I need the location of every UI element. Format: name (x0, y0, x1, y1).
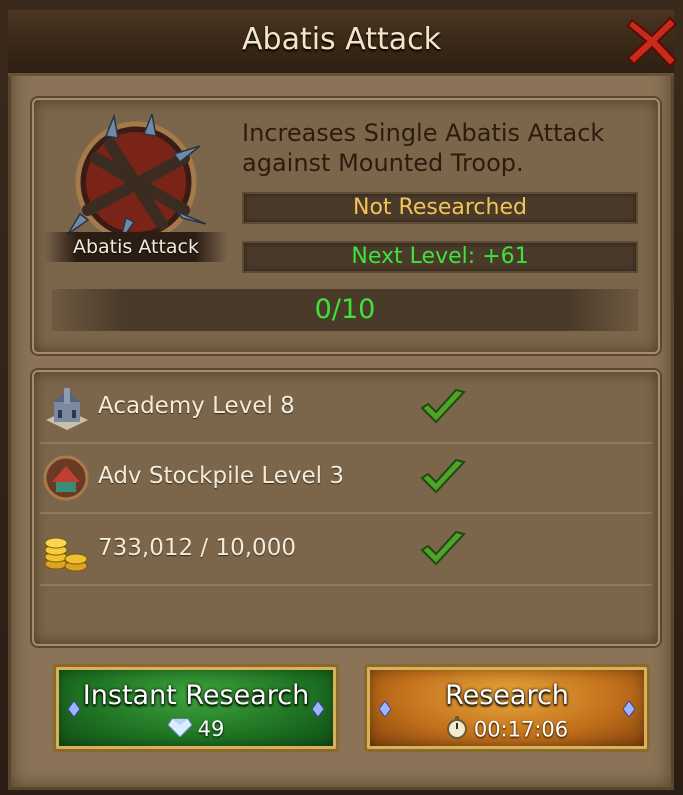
requirement-label: 733,012 / 10,000 (98, 535, 296, 561)
close-button[interactable] (626, 14, 678, 68)
gold-icon (42, 526, 92, 574)
next-level-bonus: Next Level: +61 (242, 241, 638, 273)
check-icon (420, 530, 466, 570)
instant-research-button[interactable]: Instant Research 49 (53, 664, 339, 752)
academy-icon (42, 384, 92, 432)
instant-research-label: Instant Research (82, 680, 310, 711)
level-progress-bar: 0/10 (52, 289, 638, 331)
requirement-row: Adv Stockpile Level 3 (40, 442, 652, 514)
requirement-label: Academy Level 8 (98, 393, 295, 419)
abatis-icon (66, 111, 216, 244)
check-icon (420, 458, 466, 498)
stopwatch-icon (446, 715, 468, 746)
stockpile-icon (42, 454, 92, 502)
research-button[interactable]: Research 00:17:06 (364, 664, 650, 752)
requirement-label: Adv Stockpile Level 3 (98, 463, 345, 489)
close-icon (626, 16, 678, 68)
research-icon-label: Abatis Attack (44, 232, 228, 262)
instant-research-cost: 49 (197, 717, 225, 741)
check-icon (420, 388, 466, 428)
requirement-row: 733,012 / 10,000 (40, 514, 652, 586)
dialog-title: Abatis Attack (242, 22, 441, 57)
diamond-icon (166, 716, 193, 744)
requirement-row: Academy Level 8 (40, 372, 652, 444)
research-description: Increases Single Abatis Attack against M… (242, 119, 605, 177)
research-label: Research (445, 680, 569, 711)
research-time: 00:17:06 (473, 717, 569, 742)
research-status: Not Researched (242, 192, 638, 224)
